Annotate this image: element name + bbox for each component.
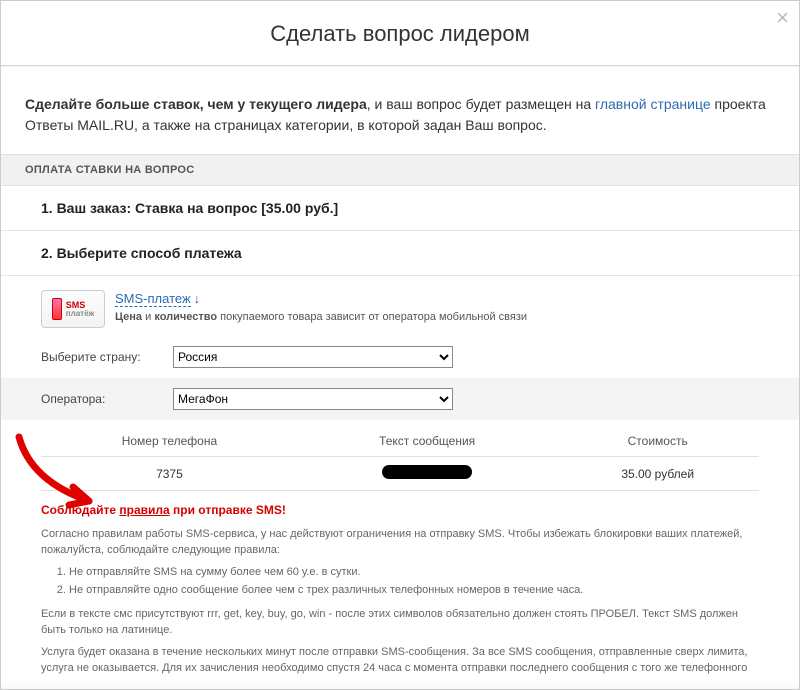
close-icon[interactable]: × <box>776 7 789 29</box>
sms-payment-block: SMS платёж SMS-платеж↓ Цена и количество… <box>1 276 799 336</box>
main-page-link[interactable]: главной странице <box>595 96 711 112</box>
arrow-down-icon: ↓ <box>194 291 201 306</box>
redaction-icon <box>382 465 472 479</box>
col-phone: Номер телефона <box>41 426 298 457</box>
sms-payment-link[interactable]: SMS-платеж <box>115 291 191 307</box>
sms-details-table: Номер телефона Текст сообщения Стоимость… <box>41 426 759 491</box>
sms-rules-text: Согласно правилам работы SMS-сервиса, у … <box>1 523 799 676</box>
operator-select[interactable]: МегаФон <box>173 388 453 410</box>
modal-header: Сделать вопрос лидером <box>1 1 799 66</box>
country-select[interactable]: Россия <box>173 346 453 368</box>
col-text: Текст сообщения <box>298 426 557 457</box>
table-row: 7375 35.00 рублей <box>41 457 759 491</box>
sms-badge-icon: SMS платёж <box>41 290 105 328</box>
choose-payment-heading: 2. Выберите способ платежа <box>1 231 799 276</box>
phone-number: 7375 <box>41 457 298 491</box>
intro-bold: Сделайте больше ставок, чем у текущего л… <box>25 96 367 112</box>
intro-text: Сделайте больше ставок, чем у текущего л… <box>1 66 799 154</box>
order-summary: 1. Ваш заказ: Ставка на вопрос [35.00 ру… <box>1 186 799 231</box>
country-label: Выберите страну: <box>41 350 161 364</box>
cost-value: 35.00 рублей <box>556 457 759 491</box>
sms-rules-warning: Соблюдайте правила при отправке SMS! <box>1 491 799 523</box>
modal-title: Сделать вопрос лидером <box>1 21 799 47</box>
sms-info: SMS-платеж↓ Цена и количество покупаемог… <box>115 290 527 323</box>
phone-icon <box>52 298 62 320</box>
leader-question-modal: × Сделать вопрос лидером Сделайте больше… <box>0 0 800 690</box>
country-row: Выберите страну: Россия <box>1 336 799 378</box>
col-cost: Стоимость <box>556 426 759 457</box>
payment-section-title: ОПЛАТА СТАВКИ НА ВОПРОС <box>1 154 799 186</box>
operator-row: Оператора: МегаФон <box>1 378 799 420</box>
operator-label: Оператора: <box>41 392 161 406</box>
sms-text-redacted <box>298 457 557 491</box>
payment-scroll-area[interactable]: 1. Ваш заказ: Ставка на вопрос [35.00 ру… <box>1 186 799 676</box>
